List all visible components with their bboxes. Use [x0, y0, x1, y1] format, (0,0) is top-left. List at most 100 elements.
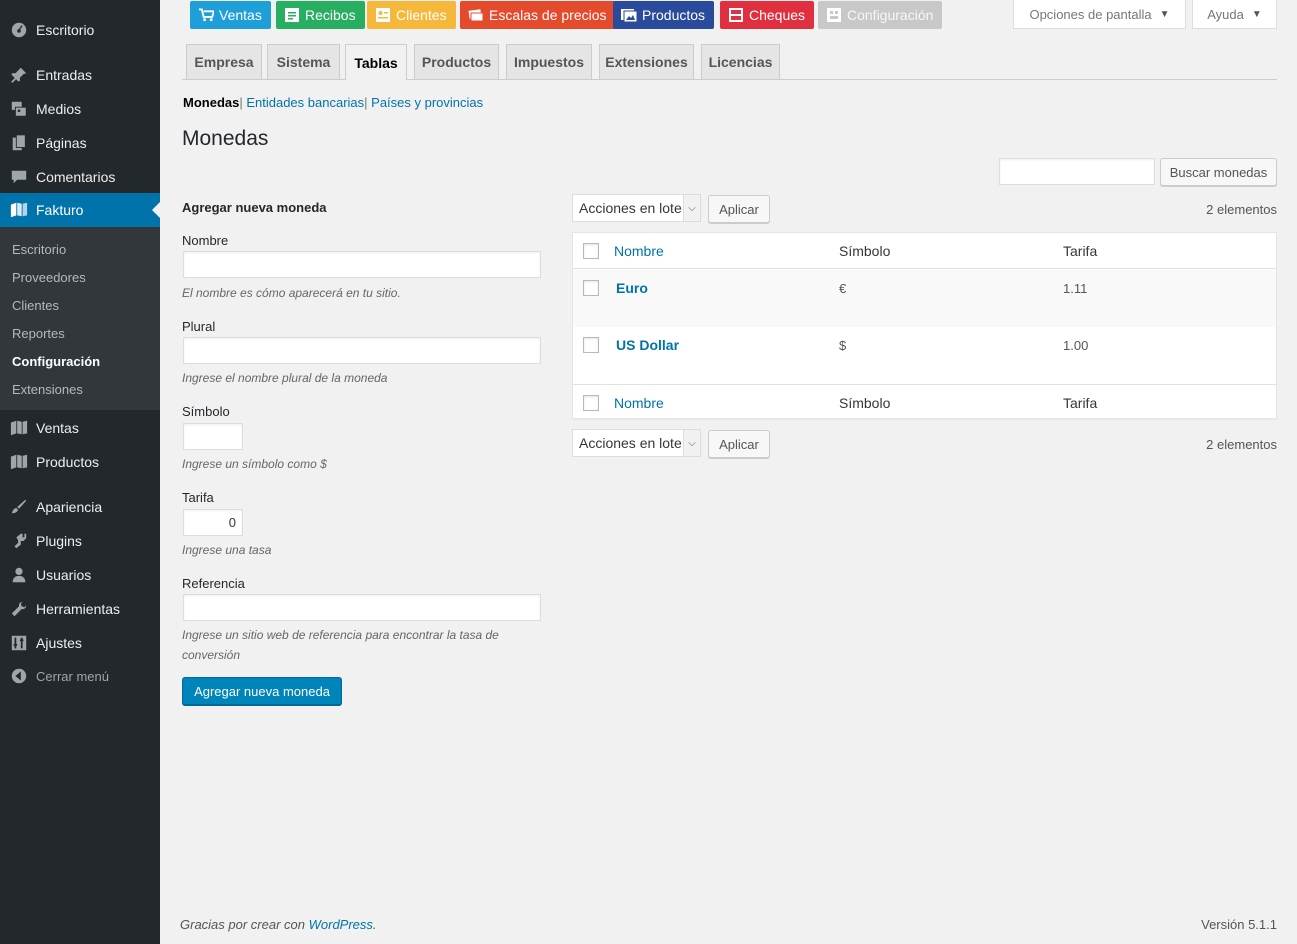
admin-sidebar: Escritorio Entradas Medios Páginas Comen…: [0, 0, 160, 944]
menu-item-escritorio[interactable]: Escritorio: [0, 13, 160, 47]
media-icon: [0, 100, 36, 118]
fakturo-submenu: Escritorio Proveedores Clientes Reportes…: [0, 227, 160, 410]
form-title: Agregar nueva moneda: [182, 200, 327, 215]
menu-item-fakturo[interactable]: Fakturo: [0, 193, 160, 227]
tab-impuestos[interactable]: Impuestos: [506, 44, 592, 79]
sublink-paises-provincias[interactable]: Países y provincias: [371, 95, 483, 110]
chevron-down-icon: ⌵: [683, 195, 700, 221]
submenu-configuracion[interactable]: Configuración: [0, 347, 160, 375]
referencia-field[interactable]: [183, 594, 541, 621]
currencies-table: Nombre Símbolo Tarifa Euro € 1.11 US Dol…: [572, 232, 1277, 419]
pin-icon: [0, 66, 36, 84]
cart-icon: [198, 7, 214, 23]
collapse-icon: [0, 667, 36, 685]
table-row: Euro € 1.11: [573, 270, 1276, 327]
fakturo-icon: [0, 201, 36, 219]
wordpress-link[interactable]: WordPress: [309, 917, 373, 932]
table-header-row: Nombre Símbolo Tarifa: [573, 233, 1276, 269]
nombre-label: Nombre: [182, 233, 229, 248]
column-simbolo: Símbolo: [839, 243, 891, 259]
select-all-checkbox-footer[interactable]: [583, 395, 599, 411]
tab-productos[interactable]: Productos: [414, 44, 499, 79]
menu-item-plugins[interactable]: Plugins: [0, 524, 160, 558]
comments-icon: [0, 168, 36, 186]
plural-label: Plural: [182, 319, 216, 334]
menu-item-usuarios[interactable]: Usuarios: [0, 558, 160, 592]
column-tarifa-footer: Tarifa: [1063, 395, 1098, 411]
bulk-actions-select[interactable]: Acciones en lote ⌵: [572, 194, 701, 222]
apply-button-top[interactable]: Aplicar: [708, 195, 770, 223]
tab-empresa[interactable]: Empresa: [186, 44, 262, 79]
column-nombre[interactable]: Nombre: [614, 243, 664, 259]
submenu-extensiones[interactable]: Extensiones: [0, 375, 160, 403]
tab-licencias[interactable]: Licencias: [701, 44, 780, 79]
currency-name-link[interactable]: US Dollar: [616, 337, 679, 353]
currency-rate: 1.00: [1063, 338, 1089, 353]
bulk-actions-select-bottom[interactable]: Acciones en lote ⌵: [572, 429, 701, 457]
help-button[interactable]: Ayuda ▼: [1192, 0, 1277, 29]
submenu-reportes[interactable]: Reportes: [0, 319, 160, 347]
tab-sistema[interactable]: Sistema: [267, 44, 340, 79]
referencia-description: Ingrese un sitio web de referencia para …: [182, 628, 499, 662]
contact-card-icon: [375, 7, 391, 23]
row-checkbox[interactable]: [583, 280, 599, 296]
item-count-bottom: 2 elementos: [1206, 437, 1277, 452]
pages-icon: [0, 134, 36, 152]
row-checkbox[interactable]: [583, 337, 599, 353]
productos-button[interactable]: Productos: [613, 1, 715, 29]
wrench-icon: [0, 600, 36, 618]
sublink-monedas[interactable]: Monedas: [183, 95, 239, 110]
configuracion-button[interactable]: Configuración: [818, 1, 943, 29]
simbolo-field[interactable]: [183, 423, 243, 450]
submenu-proveedores[interactable]: Proveedores: [0, 263, 160, 291]
referencia-label: Referencia: [182, 576, 245, 591]
column-tarifa: Tarifa: [1063, 243, 1098, 259]
page-title: Monedas: [182, 127, 269, 150]
menu-item-paginas[interactable]: Páginas: [0, 126, 160, 160]
footer-version: Versión 5.1.1: [1201, 917, 1277, 932]
submenu-clientes[interactable]: Clientes: [0, 291, 160, 319]
menu-item-ajustes[interactable]: Ajustes: [0, 626, 160, 660]
configuration-icon: [826, 7, 842, 23]
menu-item-entradas[interactable]: Entradas: [0, 58, 160, 92]
search-input[interactable]: [999, 158, 1155, 185]
item-count-top: 2 elementos: [1206, 202, 1277, 217]
escalas-de-precios-button[interactable]: Escalas de precios: [460, 1, 616, 29]
column-nombre-footer[interactable]: Nombre: [614, 395, 664, 411]
search-button[interactable]: Buscar monedas: [1160, 158, 1277, 186]
tarifa-description: Ingrese una tasa: [182, 543, 272, 557]
currency-rate: 1.11: [1063, 281, 1088, 296]
nombre-field[interactable]: [183, 251, 541, 278]
menu-item-productos[interactable]: Productos: [0, 445, 160, 479]
currency-symbol: €: [839, 281, 847, 296]
tab-extensiones[interactable]: Extensiones: [599, 44, 694, 79]
menu-item-ventas[interactable]: Ventas: [0, 411, 160, 445]
table-footer-row: Nombre Símbolo Tarifa: [573, 384, 1276, 420]
select-all-checkbox[interactable]: [583, 243, 599, 259]
table-row: US Dollar $ 1.00: [573, 327, 1276, 384]
currency-name-link[interactable]: Euro: [616, 280, 648, 296]
recibos-button[interactable]: Recibos: [276, 1, 365, 29]
collapse-menu-button[interactable]: Cerrar menú: [0, 659, 160, 693]
simbolo-label: Símbolo: [182, 404, 230, 419]
screen-options-button[interactable]: Opciones de pantalla ▼: [1013, 0, 1186, 29]
user-icon: [0, 566, 36, 584]
add-currency-button[interactable]: Agregar nueva moneda: [182, 677, 342, 705]
dashboard-icon: [0, 21, 36, 39]
menu-item-medios[interactable]: Medios: [0, 92, 160, 126]
menu-item-herramientas[interactable]: Herramientas: [0, 592, 160, 626]
chevron-down-icon: ⌵: [683, 430, 700, 456]
apply-button-bottom[interactable]: Aplicar: [708, 430, 770, 458]
product-image-icon: [621, 7, 637, 23]
sublink-entidades-bancarias[interactable]: Entidades bancarias: [246, 95, 364, 110]
ventas-button[interactable]: Ventas: [190, 1, 271, 29]
tab-tablas[interactable]: Tablas: [345, 44, 407, 80]
menu-item-comentarios[interactable]: Comentarios: [0, 160, 160, 194]
clientes-button[interactable]: Clientes: [367, 1, 456, 29]
menu-item-apariencia[interactable]: Apariencia: [0, 490, 160, 524]
tarifa-field[interactable]: 0: [183, 509, 243, 536]
submenu-escritorio[interactable]: Escritorio: [0, 235, 160, 263]
cheques-button[interactable]: Cheques: [720, 1, 815, 29]
footer-credit: Gracias por crear con WordPress.: [180, 917, 377, 932]
plural-field[interactable]: [183, 337, 541, 364]
